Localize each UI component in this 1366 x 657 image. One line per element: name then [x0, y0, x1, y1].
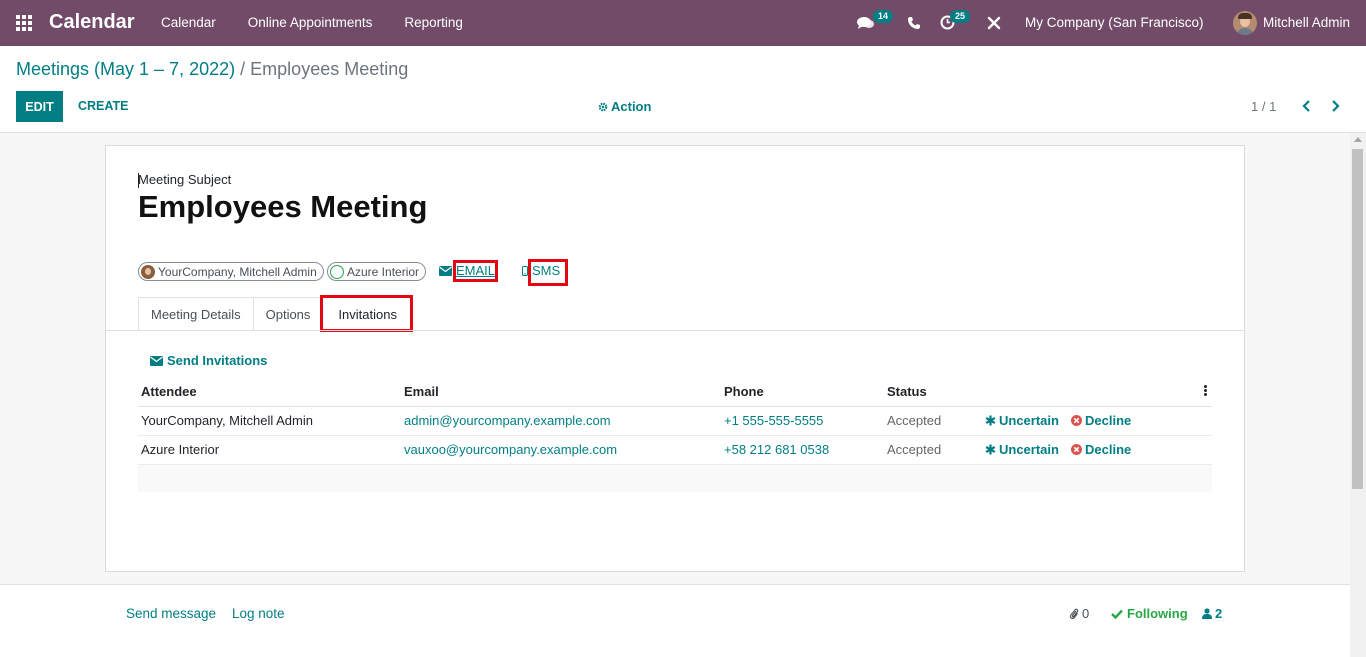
gear-icon: [598, 102, 608, 111]
chatter: Send message Log note 0 Following 2: [0, 585, 1350, 657]
column-header-email[interactable]: Email: [404, 384, 439, 399]
following-label: Following: [1127, 606, 1188, 621]
chat-bubbles-icon: [857, 17, 874, 29]
highlight-invitations-tab: [320, 295, 413, 332]
decline-button[interactable]: Decline: [1071, 442, 1131, 457]
column-header-status[interactable]: Status: [887, 384, 927, 399]
attachments-count: 0: [1082, 606, 1090, 621]
attendee-tag-label: YourCompany, Mitchell Admin: [158, 264, 317, 279]
send-message-button[interactable]: Send message: [126, 606, 216, 621]
phone-icon[interactable]: [907, 16, 921, 30]
chevron-left-icon[interactable]: [1300, 98, 1314, 114]
highlight-sms: [528, 259, 568, 286]
create-button[interactable]: CREATE: [78, 99, 128, 113]
messaging-menu[interactable]: 14: [856, 0, 894, 46]
tab-options[interactable]: Options: [252, 297, 324, 331]
attendee-phone[interactable]: +1 555-555-5555: [724, 413, 823, 428]
uncertain-button[interactable]: Uncertain: [985, 442, 1059, 457]
envelope-icon: [439, 265, 452, 276]
scrollbar-thumb[interactable]: [1352, 149, 1363, 489]
main-menu: Calendar Online Appointments Reporting: [161, 15, 495, 30]
activities-count-badge: 25: [950, 10, 971, 23]
debug-tools-icon[interactable]: [987, 16, 1001, 30]
asterisk-icon: [985, 415, 996, 426]
attendee-tag[interactable]: Azure Interior: [327, 262, 427, 281]
form-sheet: Meeting Subject Employees Meeting YourCo…: [105, 145, 1245, 572]
table-empty-row: [138, 465, 1212, 492]
chevron-right-icon[interactable]: [1328, 98, 1342, 114]
apps-menu-icon[interactable]: [16, 15, 32, 31]
vertical-scrollbar[interactable]: [1350, 133, 1366, 657]
envelope-icon: [150, 355, 163, 366]
breadcrumb-current: Employees Meeting: [250, 59, 409, 79]
decline-label: Decline: [1085, 413, 1132, 428]
attendee-phone[interactable]: +58 212 681 0538: [724, 442, 829, 457]
uncertain-button[interactable]: Uncertain: [985, 413, 1059, 428]
breadcrumb-parent[interactable]: Meetings (May 1 – 7, 2022): [16, 59, 235, 79]
activity-menu[interactable]: 25: [939, 0, 975, 46]
company-switcher[interactable]: My Company (San Francisco): [1025, 15, 1204, 30]
uncertain-label: Uncertain: [999, 442, 1059, 457]
edit-button[interactable]: EDIT: [16, 91, 63, 122]
scroll-up-arrow-icon[interactable]: [1354, 137, 1362, 142]
action-label: Action: [611, 99, 652, 114]
subject-field-label: Meeting Subject: [138, 172, 232, 188]
attendee-name: Azure Interior: [141, 442, 220, 457]
times-circle-icon: [1071, 444, 1082, 455]
action-dropdown[interactable]: Action: [598, 99, 651, 114]
asterisk-icon: [985, 444, 996, 455]
following-button[interactable]: Following: [1111, 606, 1188, 621]
attendee-status: Accepted: [887, 442, 942, 457]
menu-item-reporting[interactable]: Reporting: [404, 15, 463, 30]
attendee-email[interactable]: admin@yourcompany.example.com: [404, 413, 611, 428]
attendee-name: YourCompany, Mitchell Admin: [141, 413, 313, 428]
decline-button[interactable]: Decline: [1071, 413, 1131, 428]
table-row[interactable]: YourCompany, Mitchell Admin admin@yourco…: [138, 407, 1212, 436]
breadcrumb: Meetings (May 1 – 7, 2022) / Employees M…: [16, 59, 408, 80]
paperclip-icon: [1069, 608, 1079, 620]
user-avatar[interactable]: [1233, 11, 1257, 35]
times-circle-icon: [1071, 415, 1082, 426]
attendee-avatar: [141, 264, 155, 279]
user-menu[interactable]: Mitchell Admin: [1263, 15, 1350, 30]
user-icon: [1202, 608, 1212, 619]
attendee-tag[interactable]: YourCompany, Mitchell Admin: [138, 262, 324, 281]
column-header-attendee[interactable]: Attendee: [141, 384, 197, 399]
tab-meeting-details[interactable]: Meeting Details: [138, 297, 254, 331]
uncertain-label: Uncertain: [999, 413, 1059, 428]
attendee-tag-label: Azure Interior: [347, 264, 420, 279]
decline-label: Decline: [1085, 442, 1132, 457]
pager-value[interactable]: 1 / 1: [1251, 99, 1276, 114]
tabs-divider: [106, 330, 1244, 331]
attendee-email[interactable]: vauxoo@yourcompany.example.com: [404, 442, 617, 457]
messages-count-badge: 14: [873, 10, 894, 23]
table-row[interactable]: Azure Interior vauxoo@yourcompany.exampl…: [138, 436, 1212, 465]
meeting-subject: Employees Meeting: [138, 189, 428, 224]
optional-columns-icon[interactable]: [1204, 385, 1208, 397]
attachments-button[interactable]: 0: [1069, 606, 1089, 621]
followers-count: 2: [1215, 606, 1223, 621]
highlight-email: [453, 260, 498, 282]
attendees-table: Attendee Email Phone Status YourCompany,…: [138, 380, 1212, 492]
send-invitations-button[interactable]: Send Invitations: [150, 353, 267, 368]
attendee-status: Accepted: [887, 413, 942, 428]
log-note-button[interactable]: Log note: [232, 606, 285, 621]
menu-item-calendar[interactable]: Calendar: [161, 15, 216, 30]
attendee-status-icon: [330, 264, 344, 279]
column-header-phone[interactable]: Phone: [724, 384, 764, 399]
app-brand[interactable]: Calendar: [49, 11, 135, 34]
check-icon: [1111, 609, 1123, 619]
top-navbar: Calendar Calendar Online Appointments Re…: [0, 0, 1366, 46]
breadcrumb-separator: /: [240, 59, 246, 79]
table-header: Attendee Email Phone Status: [138, 380, 1212, 407]
followers-button[interactable]: 2: [1202, 606, 1222, 621]
menu-item-online-appointments[interactable]: Online Appointments: [248, 15, 373, 30]
send-invitations-label: Send Invitations: [167, 353, 268, 368]
